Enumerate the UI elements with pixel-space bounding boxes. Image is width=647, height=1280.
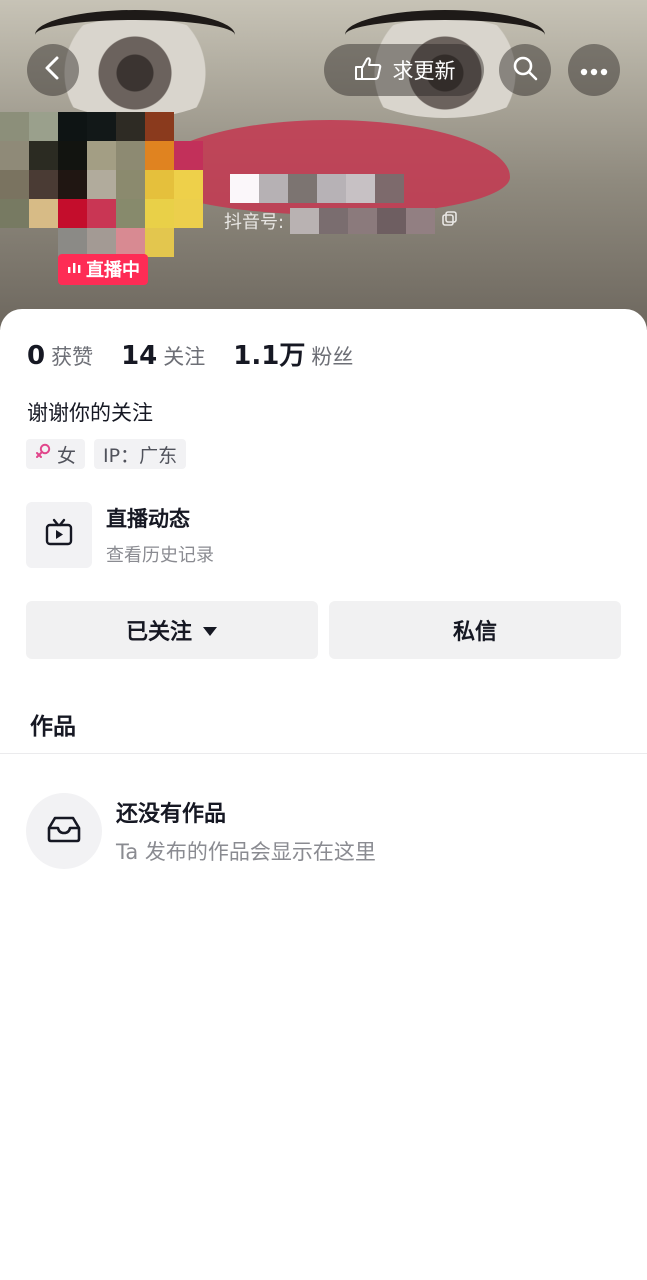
tag-row: 女 IP：广东 (26, 439, 187, 469)
live-dynamic-title: 直播动态 (106, 507, 190, 531)
stat-following-num: 14 (121, 341, 158, 371)
more-button[interactable] (568, 44, 620, 96)
live-badge[interactable]: 直播中 (58, 254, 148, 285)
copy-icon[interactable] (441, 210, 459, 233)
stat-followers-num: 1.1万 (233, 341, 306, 371)
caret-down-icon (202, 618, 218, 643)
bio-text: 谢谢你的关注 (27, 401, 153, 425)
douyin-id-row: 抖音号: (224, 208, 459, 234)
empty-works-title: 还没有作品 (116, 802, 227, 827)
hand-point-icon (353, 55, 383, 86)
stat-likes[interactable]: 0 获赞 (27, 341, 93, 371)
stat-followers[interactable]: 1.1万 粉丝 (233, 335, 353, 372)
douyin-id-mosaic (290, 208, 436, 234)
empty-works: 还没有作品 Ta 发布的作品会显示在这里 (26, 793, 376, 869)
message-label: 私信 (452, 620, 497, 645)
profile-sheet: 0 获赞 14 关注 1.1万 粉丝 谢谢你的关注 女 IP：广东 直播动态 查… (0, 309, 647, 1280)
inbox-icon (45, 814, 83, 848)
live-badge-label: 直播中 (86, 260, 140, 281)
tv-icon (44, 518, 74, 552)
inbox-icon-circle (26, 793, 102, 869)
gender-tag: 女 (26, 439, 86, 469)
back-button[interactable] (27, 44, 79, 96)
stat-followers-label: 粉丝 (311, 345, 354, 369)
followed-label: 已关注 (125, 620, 192, 645)
live-dynamic-subtitle: 查看历史记录 (106, 545, 214, 566)
ip-tag: IP：广东 (94, 439, 187, 469)
empty-works-subtitle: Ta 发布的作品会显示在这里 (116, 840, 376, 864)
live-bars-icon (66, 259, 82, 280)
stat-following-label: 关注 (163, 345, 206, 369)
works-divider (0, 753, 647, 754)
gender-label: 女 (57, 444, 77, 467)
profile-cover: 抖音号: 直播中 求更新 (0, 0, 647, 330)
stat-likes-label: 获赞 (51, 345, 94, 369)
stat-likes-num: 0 (27, 341, 46, 371)
request-update-button[interactable]: 求更新 (324, 44, 484, 96)
search-button[interactable] (499, 44, 551, 96)
stats-row: 0 获赞 14 关注 1.1万 粉丝 (27, 335, 353, 372)
empty-works-text: 还没有作品 Ta 发布的作品会显示在这里 (116, 796, 376, 866)
live-dynamic-entry[interactable]: 直播动态 查看历史记录 (26, 502, 214, 568)
more-icon (580, 61, 608, 80)
douyin-id-label: 抖音号: (224, 212, 285, 233)
tv-icon-box (26, 502, 92, 568)
request-update-label: 求更新 (392, 59, 456, 83)
message-button[interactable]: 私信 (329, 601, 621, 659)
back-arrow-icon (42, 55, 64, 85)
stat-following[interactable]: 14 关注 (121, 341, 205, 371)
top-bar: 求更新 (0, 44, 647, 100)
live-dynamic-text: 直播动态 查看历史记录 (106, 503, 214, 567)
ip-label: IP：广东 (103, 444, 178, 467)
nickname-mosaic (230, 174, 404, 203)
followed-button[interactable]: 已关注 (26, 601, 318, 659)
action-buttons: 已关注 私信 (26, 601, 621, 659)
works-tab[interactable]: 作品 (30, 707, 76, 741)
search-icon (511, 54, 539, 86)
female-icon (35, 443, 51, 466)
avatar-mosaic[interactable] (0, 112, 203, 257)
